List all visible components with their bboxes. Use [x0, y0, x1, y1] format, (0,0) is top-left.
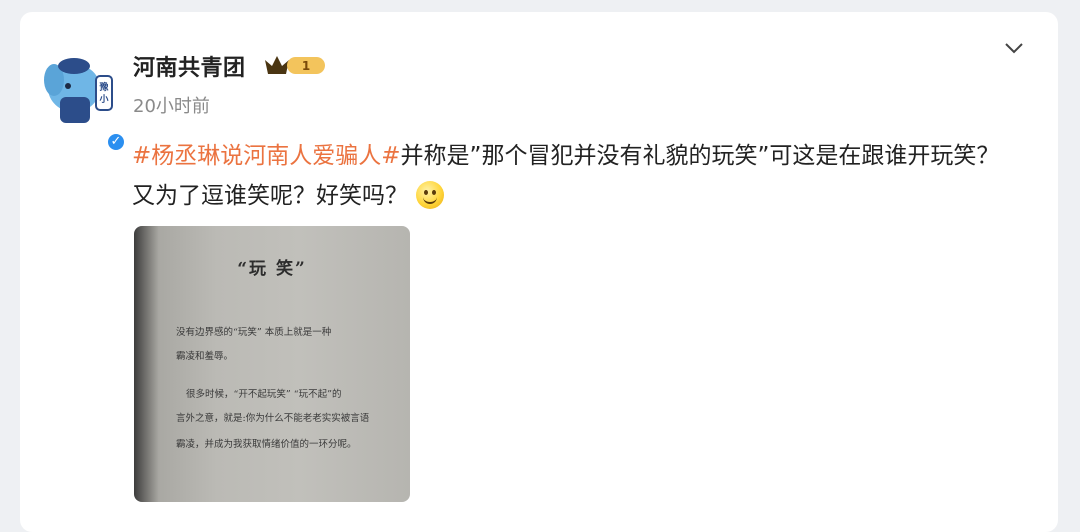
weibo-post-card: 豫 小 ✓ 河南共青团 1 20小时前 #杨丞琳说河南人爱骗人#并称是”那个冒犯…: [20, 12, 1058, 532]
smile-emoji-icon: [416, 181, 444, 209]
post-image[interactable]: “玩 笑” 没有边界感的“玩笑” 本质上就是一种 霸凌和羞辱。 很多时候，“开不…: [134, 226, 410, 502]
vip-level-badge-icon[interactable]: 1: [263, 52, 327, 78]
post-content: #杨丞琳说河南人爱骗人#并称是”那个冒犯并没有礼貌的玩笑”可这是在跟谁开玩笑？又…: [132, 136, 1012, 216]
image-text-line: 霸凌，并成为我获取情绪价值的一环分呢。: [176, 439, 357, 450]
image-text-line: 霸凌和羞辱。: [176, 351, 234, 362]
username[interactable]: 河南共青团: [133, 50, 246, 82]
image-title: “玩 笑”: [237, 259, 307, 279]
avatar-image: 豫 小: [34, 42, 120, 128]
svg-text:豫: 豫: [99, 81, 108, 93]
svg-text:小: 小: [98, 93, 108, 105]
post-timestamp[interactable]: 20小时前: [133, 92, 210, 118]
image-text-line: 很多时候，“开不起玩笑” “玩不起”的: [186, 389, 342, 400]
image-text-line: 言外之意，就是:你为什么不能老老实实被言语: [176, 413, 370, 424]
avatar[interactable]: 豫 小 ✓: [34, 42, 126, 152]
chevron-down-icon[interactable]: [1002, 38, 1026, 58]
image-text-line: 没有边界感的“玩笑” 本质上就是一种: [176, 327, 332, 338]
verified-badge-icon: ✓: [106, 132, 126, 152]
level-badge-number: 1: [302, 59, 310, 73]
topic-link[interactable]: #杨丞琳说河南人爱骗人#: [132, 143, 401, 169]
